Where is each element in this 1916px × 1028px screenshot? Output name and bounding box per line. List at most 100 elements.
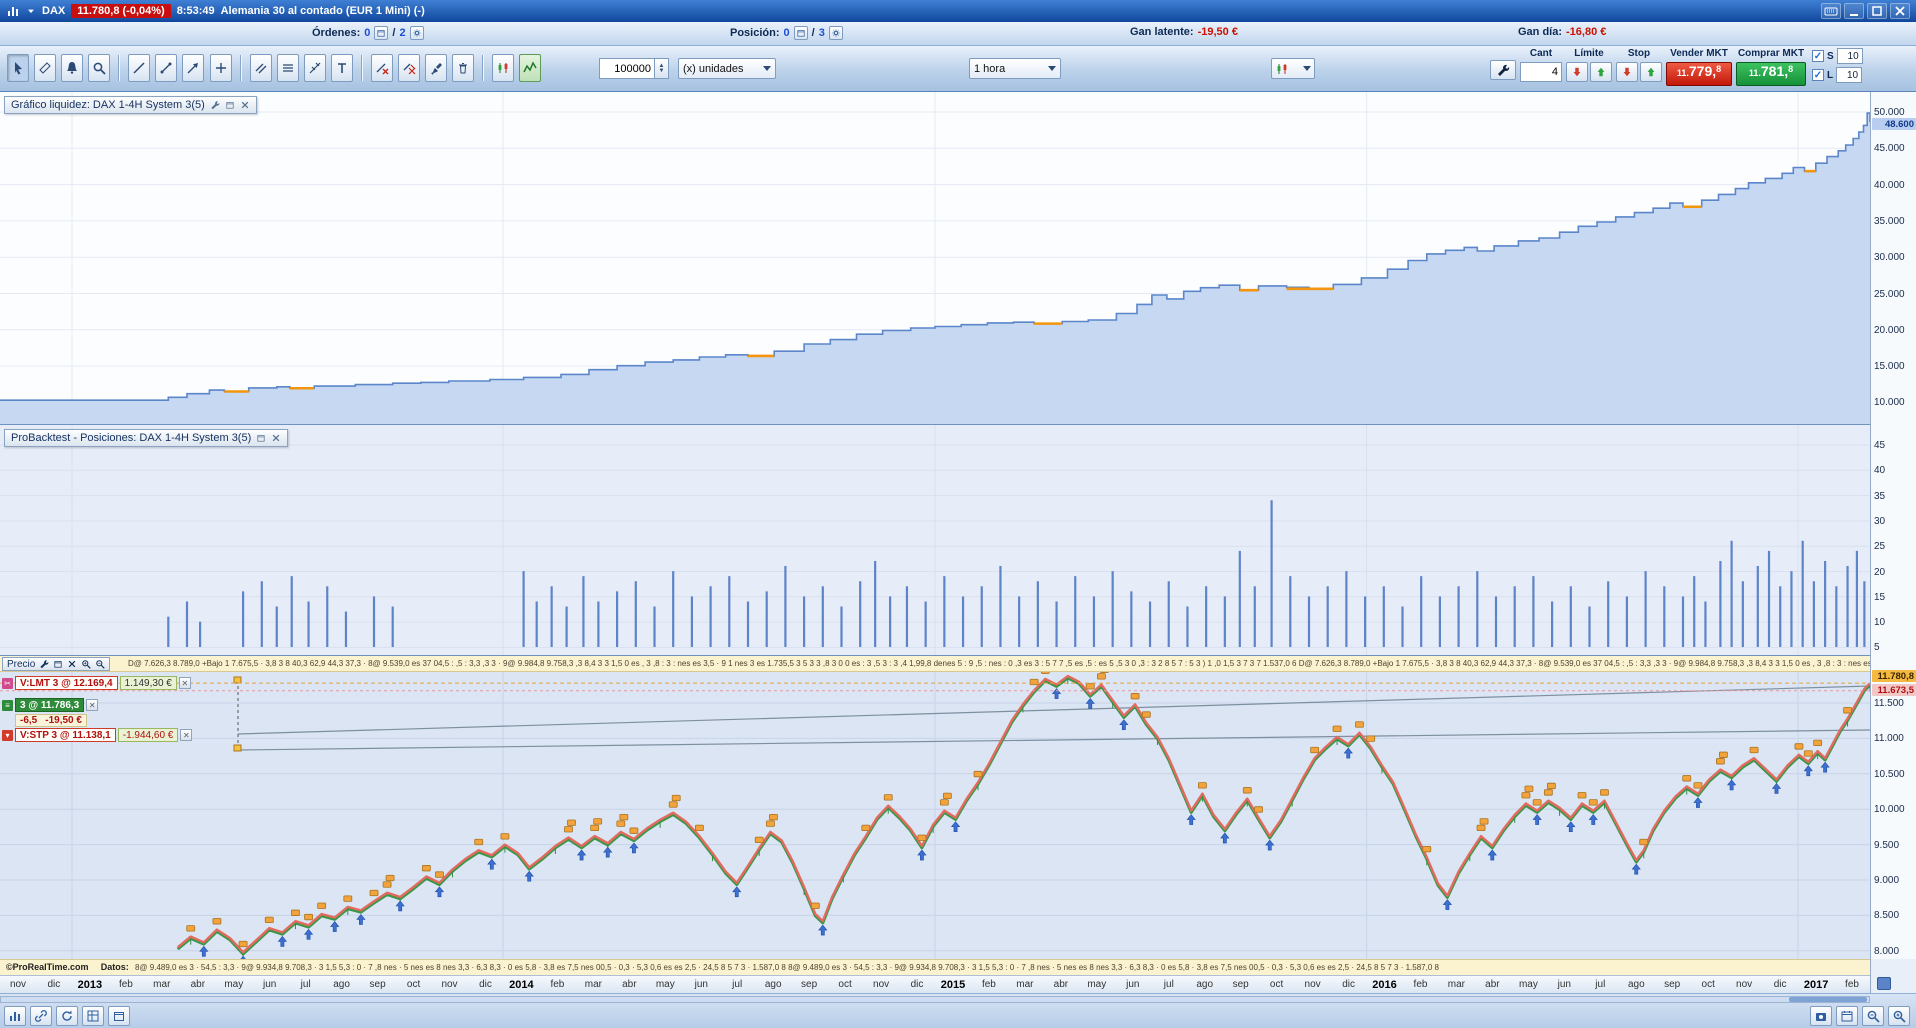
l-checkbox[interactable]: ✓: [1812, 69, 1824, 81]
quantity-stepper[interactable]: ▲ ▼: [655, 58, 669, 79]
equity-panel-tab[interactable]: Gráfico liquidez: DAX 1-4H System 3(5): [4, 96, 257, 114]
stop-buy-button[interactable]: [1640, 62, 1662, 82]
price-y-axis[interactable]: 11.780,8 11.673,5 11.500 11.000 10.500 10.0…: [1870, 656, 1916, 959]
equity-chart[interactable]: [0, 92, 1870, 425]
zoom-tool-button[interactable]: [88, 54, 111, 82]
zigzag-view-button[interactable]: [519, 54, 542, 82]
scrollbar-thumb[interactable]: [1789, 997, 1867, 1002]
maximize-button[interactable]: [1867, 3, 1887, 19]
horizontal-scrollbar[interactable]: [0, 996, 1870, 1003]
month-label: jun: [1557, 979, 1571, 990]
toolbar-separator: [482, 55, 485, 81]
text-tool-button[interactable]: [330, 54, 353, 82]
limit-label: Límite: [1574, 48, 1604, 59]
alert-tool-button[interactable]: [61, 54, 84, 82]
titlebar[interactable]: DAX 11.780,8 (-0,04%) 8:53:49 Alemania 3…: [0, 0, 1916, 22]
trade-settings[interactable]: [1490, 60, 1516, 80]
positions-close-button[interactable]: [271, 433, 281, 443]
stop-sell-button[interactable]: [1616, 62, 1638, 82]
positions-y-axis[interactable]: 45 40 35 30 25 20 15 10 5: [1870, 425, 1916, 656]
pointer-tool-button[interactable]: [7, 54, 29, 82]
keyboard-button[interactable]: [1821, 3, 1841, 19]
limit-order-cancel-button[interactable]: ✕: [178, 677, 191, 689]
day-gain-group: Gan día: -16,80 €: [1518, 26, 1606, 38]
zoom-out-icon: [95, 659, 105, 669]
price-detach-button[interactable]: [53, 659, 63, 669]
close-icon: [271, 433, 281, 443]
price-close-button[interactable]: [67, 659, 77, 669]
positions-detach-button[interactable]: [256, 433, 266, 443]
price-settings-button[interactable]: [39, 659, 49, 669]
limit-buy-button[interactable]: [1590, 62, 1612, 82]
price-panel-tab[interactable]: Precio: [2, 657, 111, 671]
stop-order-label[interactable]: V:STP 3 @ 11.138,1: [15, 728, 116, 742]
month-label: ago: [764, 979, 782, 990]
link-windows-button[interactable]: [30, 1006, 52, 1026]
time-axis[interactable]: nov dic 2013 feb mar abr may jun jul ago sep oct nov…: [0, 975, 1870, 993]
delete-drawings-button[interactable]: [452, 54, 475, 82]
price-chart-panel[interactable]: D@ 7.626,3 8.789,0 +Bajo 1 7.675,5 · 3,8…: [0, 656, 1870, 959]
orders-list-button[interactable]: [374, 26, 389, 40]
positions-tick: 5: [1874, 642, 1880, 654]
chart-icon: [8, 1009, 22, 1023]
limit-sell-button[interactable]: [1566, 62, 1588, 82]
position-pl-row: -6,5 -19,50 €: [15, 714, 87, 727]
calendar-button[interactable]: [1836, 1006, 1858, 1026]
equity-close-button[interactable]: [240, 100, 250, 110]
l-value-input[interactable]: 10: [1836, 67, 1863, 83]
orders-settings-button[interactable]: [409, 26, 424, 40]
position-label[interactable]: 3 @ 11.786,3: [15, 698, 85, 712]
screenshot-button[interactable]: [1810, 1006, 1832, 1026]
erase-object-button[interactable]: [370, 54, 393, 82]
cant-input[interactable]: [1520, 62, 1562, 82]
limit-order-label[interactable]: V:LMT 3 @ 12.169,4: [15, 676, 118, 690]
format-brush-button[interactable]: [425, 54, 448, 82]
sell-market-button[interactable]: 11. 779, 8: [1666, 62, 1732, 86]
instrument-caret-icon[interactable]: [26, 6, 36, 16]
erase-all-button[interactable]: [398, 54, 420, 82]
equity-y-axis[interactable]: 48.600 50.000 45.000 40.000 35.000 30.000 25.…: [1870, 92, 1916, 425]
close-button[interactable]: [1890, 3, 1910, 19]
crosshair-tool-button[interactable]: [209, 54, 232, 82]
export-table-button[interactable]: [82, 1006, 104, 1026]
timeframe-select[interactable]: 1 hora: [969, 58, 1061, 79]
price-zoom-out-button[interactable]: [95, 659, 105, 669]
equity-chart-panel[interactable]: Gráfico liquidez: DAX 1-4H System 3(5): [0, 92, 1870, 425]
minimize-button[interactable]: [1844, 3, 1864, 19]
s-checkbox[interactable]: ✓: [1812, 50, 1824, 62]
position-close-button[interactable]: ✕: [86, 699, 99, 711]
stop-order-cancel-button[interactable]: ✕: [180, 729, 193, 741]
quantity-input[interactable]: [599, 58, 655, 79]
ray-tool-button[interactable]: [182, 54, 205, 82]
positions-chart[interactable]: [0, 425, 1870, 656]
price-zoom-in-button[interactable]: [81, 659, 91, 669]
fibonacci-tool-button[interactable]: [276, 54, 299, 82]
scroll-right-button[interactable]: [1877, 977, 1891, 990]
parallel-lines-tool-button[interactable]: [249, 54, 272, 82]
new-chart-button[interactable]: [4, 1006, 26, 1026]
refresh-button[interactable]: [56, 1006, 78, 1026]
pitchfork-tool-button[interactable]: [303, 54, 326, 82]
stop-label: Stop: [1627, 48, 1651, 59]
ruler-tool-button[interactable]: [34, 54, 57, 82]
s-value-input[interactable]: 10: [1836, 48, 1863, 64]
position-settings-button[interactable]: [828, 26, 843, 40]
equity-detach-button[interactable]: [225, 100, 235, 110]
layout-button[interactable]: [108, 1006, 130, 1026]
position-list-button[interactable]: [793, 26, 808, 40]
buy-market-button[interactable]: 11. 781, 8: [1736, 62, 1806, 86]
positions-chart-panel[interactable]: ProBacktest - Posiciones: DAX 1-4H Syste…: [0, 425, 1870, 656]
zoom-out-button[interactable]: [1862, 1006, 1884, 1026]
chart-style-select[interactable]: [1271, 58, 1315, 79]
backtest-view-button[interactable]: [492, 54, 515, 82]
equity-settings-button[interactable]: [210, 100, 220, 110]
month-label: jul: [300, 979, 311, 990]
zoom-in-button[interactable]: [1888, 1006, 1910, 1026]
units-select[interactable]: (x) unidades: [678, 58, 776, 79]
instrument-symbol[interactable]: DAX: [42, 5, 65, 17]
trendline-tool-button[interactable]: [128, 54, 151, 82]
positions-panel-tab[interactable]: ProBacktest - Posiciones: DAX 1-4H Syste…: [4, 429, 289, 447]
month-label: jun: [1126, 979, 1140, 990]
segment-tool-button[interactable]: [155, 54, 178, 82]
price-chart[interactable]: [0, 656, 1870, 959]
